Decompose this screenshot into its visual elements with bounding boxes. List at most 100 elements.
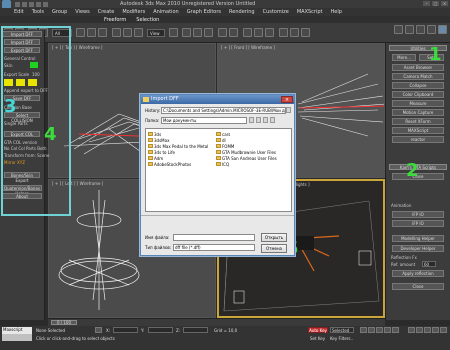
rollout-about[interactable]: About — [2, 193, 42, 199]
rollout-quaternion-bones[interactable]: Quaternion/Bones Helper — [2, 185, 42, 196]
open-button[interactable]: Открыть — [261, 233, 287, 242]
color-swatch-2[interactable] — [16, 79, 25, 86]
mirror-xyz-buttons[interactable]: Mirror XYZ — [4, 160, 25, 165]
auto-key-button[interactable]: Auto Key — [308, 327, 328, 333]
close-icon[interactable]: × — [441, 1, 448, 6]
z-coord-field[interactable] — [183, 327, 208, 333]
skin-checkbox[interactable] — [30, 62, 38, 68]
menu-animation[interactable]: Animation — [153, 9, 179, 15]
cancel-button[interactable]: Отмена — [261, 244, 287, 253]
orbit-icon[interactable] — [440, 327, 447, 333]
set-key-button[interactable]: Set Key — [310, 336, 325, 341]
render-icon[interactable] — [301, 28, 310, 37]
collapse-button[interactable]: Collapse — [392, 82, 444, 89]
utilities-panel-icon[interactable] — [438, 25, 447, 34]
rollout-import-dff[interactable]: Import DFF — [2, 31, 42, 37]
list-item[interactable]: ICQ — [216, 161, 277, 167]
developer-helper-button[interactable]: Developer Helper — [392, 245, 444, 252]
y-coord-field[interactable] — [148, 327, 173, 333]
ref-amount-input[interactable]: 60 — [422, 261, 436, 267]
menu-graph-editors[interactable]: Graph Editors — [187, 9, 221, 15]
export-dff-button[interactable]: Export DFF — [4, 47, 40, 53]
modify-panel-icon[interactable] — [405, 25, 414, 34]
align-icon[interactable] — [229, 28, 238, 37]
apply-reflection-button[interactable]: Apply reflection — [392, 270, 444, 277]
snap-icon[interactable] — [182, 28, 191, 37]
menu-tools[interactable]: Tools — [32, 9, 44, 15]
filename-input[interactable] — [173, 234, 255, 241]
folder-select[interactable]: Мои документы — [161, 117, 247, 124]
viewport-label[interactable]: [ + ] [ Top ] [ Wireframe ] — [52, 45, 103, 50]
region-select-icon[interactable] — [98, 28, 107, 37]
view-menu-icon[interactable] — [270, 117, 275, 123]
more-button[interactable]: More... — [392, 54, 416, 61]
measure-button[interactable]: Measure — [392, 100, 444, 107]
bones-skin-export-button[interactable]: Bones/Skin Export — [4, 172, 40, 183]
modelling-helper-button[interactable]: Modelling Helper — [392, 235, 444, 242]
export-scale-value[interactable]: 100 — [32, 72, 40, 77]
reference-coord-select[interactable]: View — [147, 29, 165, 37]
ifp-io-button-2[interactable]: IFP IO — [392, 220, 444, 227]
up-folder-icon[interactable] — [256, 117, 261, 123]
tab-freeform[interactable]: Freeform — [104, 17, 126, 23]
curve-editor-icon[interactable] — [254, 28, 263, 37]
key-filters-button[interactable]: Key Filters.. — [330, 336, 353, 341]
schematic-icon[interactable] — [265, 28, 274, 37]
reactor-button[interactable]: reactor — [392, 136, 444, 143]
new-folder-icon[interactable] — [263, 117, 268, 123]
save-icon[interactable] — [29, 1, 34, 7]
import-dff-button[interactable]: Import DFF — [4, 39, 40, 45]
selected-select[interactable]: Selected — [330, 327, 354, 333]
hierarchy-panel-icon[interactable] — [416, 25, 425, 34]
play-icon[interactable] — [376, 327, 383, 333]
next-frame-icon[interactable] — [384, 327, 391, 333]
reset-xform-button[interactable]: Reset XForm — [392, 118, 444, 125]
selection-filter-select[interactable]: All — [52, 29, 72, 37]
menu-rendering[interactable]: Rendering — [229, 9, 255, 15]
angle-snap-icon[interactable] — [193, 28, 202, 37]
percent-snap-icon[interactable] — [204, 28, 213, 37]
minimize-icon[interactable]: – — [423, 1, 430, 6]
menu-help[interactable]: Help — [331, 9, 342, 15]
color-swatch-1[interactable] — [4, 79, 13, 86]
history-select[interactable]: C:\Documents and Settings\Admin.MICROSOF… — [161, 107, 286, 114]
pivot-icon[interactable] — [169, 28, 178, 37]
pan-icon[interactable] — [432, 327, 439, 333]
x-coord-field[interactable] — [113, 327, 138, 333]
open-icon[interactable] — [22, 1, 27, 7]
menu-group[interactable]: Group — [52, 9, 67, 15]
undo-icon[interactable] — [36, 1, 41, 7]
menu-edit[interactable]: Edit — [14, 9, 24, 15]
maxscript-output[interactable] — [2, 334, 32, 341]
list-item[interactable]: AdobeStockPhotos — [148, 161, 208, 167]
select-icon[interactable] — [76, 28, 85, 37]
select-by-name-icon[interactable] — [87, 28, 96, 37]
maxscript-button[interactable]: MAXScript — [392, 127, 444, 134]
zoom-all-icon[interactable] — [416, 327, 423, 333]
material-editor-icon[interactable] — [279, 28, 288, 37]
col-options[interactable]: No Col Col Parts Both — [4, 146, 47, 151]
go-to-start-icon[interactable] — [360, 327, 367, 333]
color-clipboard-button[interactable]: Color Clipboard — [392, 91, 444, 98]
layer-icon[interactable] — [243, 28, 252, 37]
tab-selection[interactable]: Selection — [136, 17, 159, 23]
list-item[interactable]: GTA Mudbrownie User Files — [216, 149, 277, 155]
go-to-end-icon[interactable] — [392, 327, 399, 333]
single-parts-label[interactable]: Single Parts — [4, 121, 28, 126]
close-button[interactable]: Close — [392, 283, 444, 290]
new-icon[interactable] — [15, 1, 20, 7]
dialog-close-icon[interactable]: × — [281, 96, 293, 103]
menu-maxscript[interactable]: MAXScript — [297, 9, 323, 15]
redo-icon[interactable] — [43, 1, 48, 7]
menu-customize[interactable]: Customize — [263, 9, 289, 15]
append-label[interactable]: Append export to DFF — [4, 88, 48, 93]
asset-browser-button[interactable]: Asset Browser — [392, 64, 444, 71]
scale-icon[interactable] — [134, 28, 143, 37]
move-icon[interactable] — [112, 28, 121, 37]
menu-views[interactable]: Views — [75, 9, 89, 15]
rotate-icon[interactable] — [123, 28, 132, 37]
camera-match-button[interactable]: Camera Match — [392, 73, 444, 80]
menu-modifiers[interactable]: Modifiers — [122, 9, 145, 15]
color-swatch-3[interactable] — [28, 79, 37, 86]
timeline[interactable]: 0 / 100 — [48, 318, 385, 326]
